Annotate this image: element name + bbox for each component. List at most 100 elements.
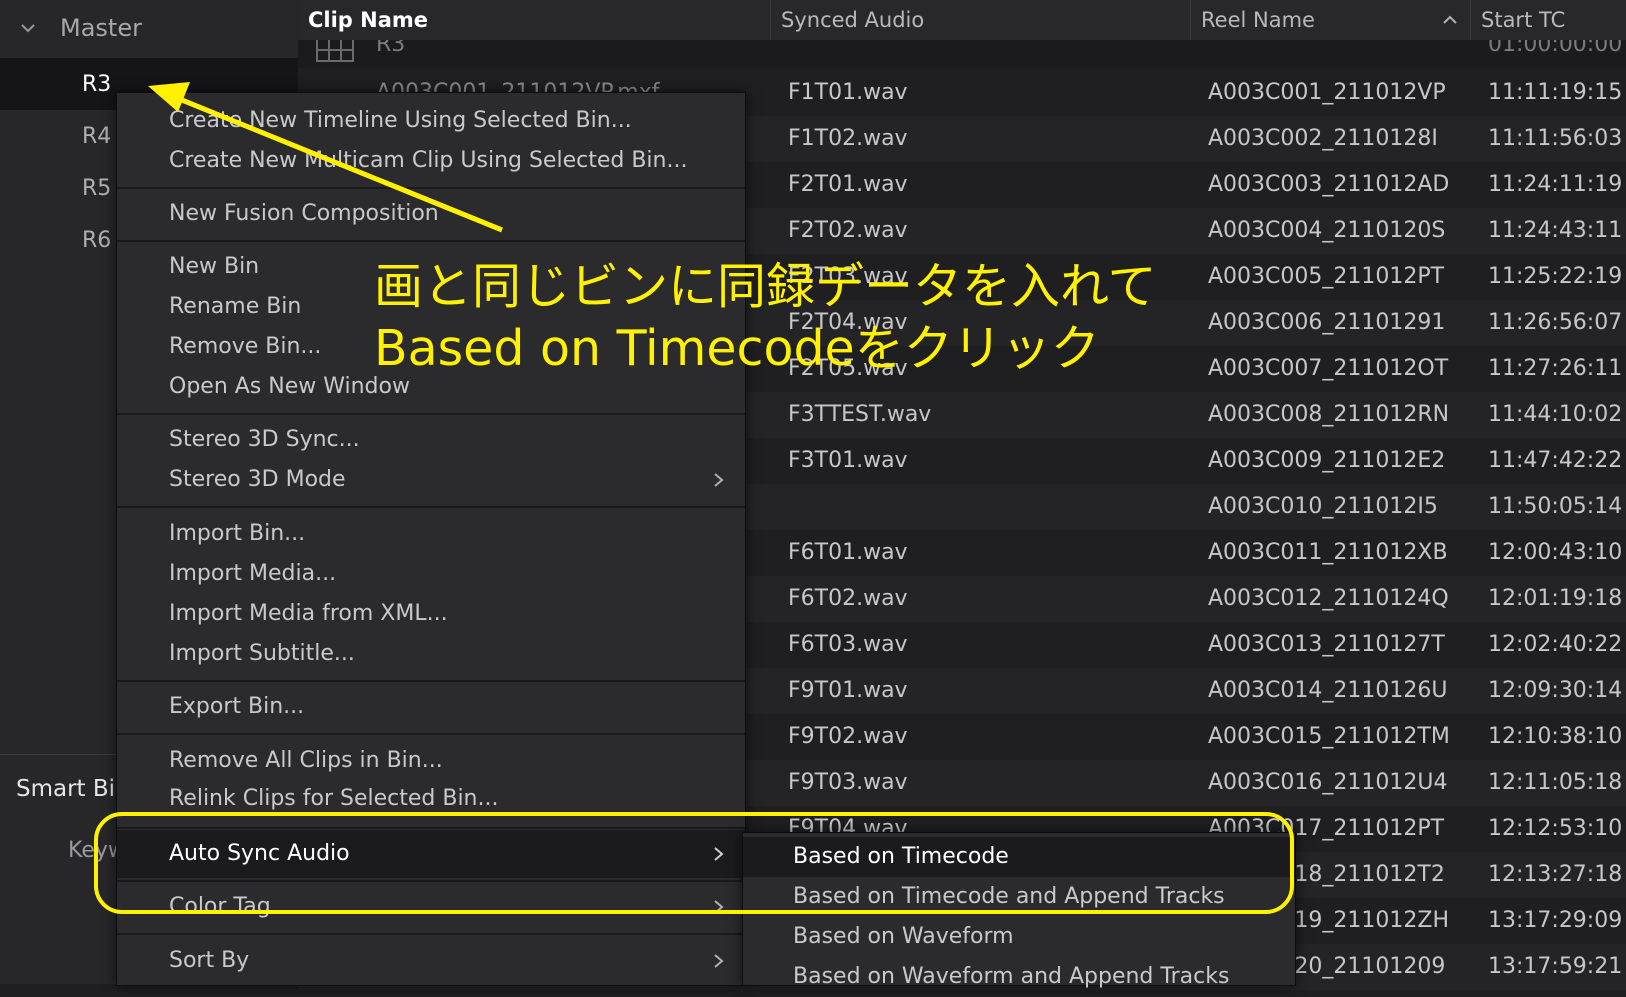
menu-item-label: Sort By [169, 948, 250, 973]
start-tc-cell: 11:24:11:19 [1488, 172, 1623, 197]
start-tc-cell: 11:47:42:22 [1488, 448, 1623, 473]
menu-separator [117, 413, 745, 415]
clip-name-cell: R3 [376, 40, 406, 57]
start-tc-cell: 12:13:27:18 [1488, 862, 1623, 887]
reel-name-cell: A003C015_211012TM [1208, 724, 1450, 749]
start-tc-cell: 11:11:19:15 [1488, 80, 1623, 105]
start-tc-cell: 12:09:30:14 [1488, 678, 1623, 703]
start-tc-cell: 12:11:05:18 [1488, 770, 1623, 795]
menu-item-import-subtitle[interactable]: Import Subtitle... [117, 634, 745, 674]
menu-item-label: Create New Multicam Clip Using Selected … [169, 148, 688, 173]
bin-item-label: R3 [82, 71, 112, 97]
synced-audio-cell: F6T01.wav [788, 540, 908, 565]
start-tc-cell: 12:12:53:10 [1488, 816, 1623, 841]
menu-item-label: New Bin [169, 254, 260, 279]
menu-item-sort-by[interactable]: Sort By [117, 937, 745, 985]
reel-name-cell: A003C011_211012XB [1208, 540, 1448, 565]
menu-item-label: Remove All Clips in Bin... [169, 748, 443, 773]
menu-item-create-multicam[interactable]: Create New Multicam Clip Using Selected … [117, 141, 745, 181]
reel-name-cell: A003C010_211012I5 [1208, 494, 1438, 519]
menu-item-label: Export Bin... [169, 694, 305, 719]
synced-audio-cell: F6T03.wav [788, 632, 908, 657]
menu-item-label: New Fusion Composition [169, 201, 439, 226]
submenu-item-waveform-append[interactable]: Based on Waveform and Append Tracks [743, 957, 1295, 997]
submenu-item-label: Based on Waveform [793, 924, 1014, 949]
start-tc-cell: 01:00:00:00 [1488, 40, 1623, 57]
menu-separator [117, 680, 745, 682]
menu-separator [117, 733, 745, 735]
menu-item-stereo-mode[interactable]: Stereo 3D Mode [117, 460, 745, 500]
synced-audio-cell: F1T02.wav [788, 126, 908, 151]
table-header: Clip Name Synced Audio Reel Name Start T… [298, 0, 1626, 41]
menu-item-import-xml[interactable]: Import Media from XML... [117, 594, 745, 634]
reel-name-cell: A003C012_2110124Q [1208, 586, 1449, 611]
master-bin-row[interactable]: Master [0, 0, 298, 56]
annotation-text: 画と同じビンに同録データを入れて Based on Timecodeをクリック [374, 256, 1157, 380]
synced-audio-cell: F3TTEST.wav [788, 402, 932, 427]
submenu-item-label: Based on Waveform and Append Tracks [793, 964, 1230, 989]
timeline-grid-icon [316, 40, 354, 62]
reel-name-cell: A003C013_2110127T [1208, 632, 1445, 657]
reel-name-cell: A003C008_211012RN [1208, 402, 1450, 427]
start-tc-cell: 13:17:29:09 [1488, 908, 1623, 933]
menu-item-label: Import Media from XML... [169, 601, 448, 626]
start-tc-cell: 11:26:56:07 [1488, 310, 1623, 335]
start-tc-cell: 11:11:56:03 [1488, 126, 1623, 151]
synced-audio-cell: F2T01.wav [788, 172, 908, 197]
column-header-synced-audio[interactable]: Synced Audio [770, 0, 1190, 40]
synced-audio-cell: F6T02.wav [788, 586, 908, 611]
menu-item-create-timeline[interactable]: Create New Timeline Using Selected Bin..… [117, 101, 745, 141]
table-row[interactable]: R3 01:00:00:00 [298, 40, 1626, 68]
start-tc-cell: 12:10:38:10 [1488, 724, 1623, 749]
start-tc-cell: 12:02:40:22 [1488, 632, 1623, 657]
menu-item-label: Stereo 3D Sync... [169, 427, 360, 452]
menu-separator [117, 933, 745, 935]
synced-audio-cell: F3T01.wav [788, 448, 908, 473]
column-header-reel-name[interactable]: Reel Name [1190, 0, 1470, 40]
chevron-down-icon[interactable] [20, 20, 36, 36]
reel-name-cell: A003C006_21101291 [1208, 310, 1446, 335]
menu-separator [117, 187, 745, 189]
reel-name-cell: A003C003_211012AD [1208, 172, 1450, 197]
start-tc-cell: 11:50:05:14 [1488, 494, 1623, 519]
synced-audio-cell: F9T01.wav [788, 678, 908, 703]
menu-item-new-fusion[interactable]: New Fusion Composition [117, 194, 745, 234]
menu-item-label: Import Subtitle... [169, 641, 355, 666]
start-tc-cell: 11:25:22:19 [1488, 264, 1623, 289]
column-header-start-tc[interactable]: Start TC [1470, 0, 1626, 40]
reel-name-cell: A003C005_211012PT [1208, 264, 1445, 289]
start-tc-cell: 13:17:59:21 [1488, 954, 1623, 979]
menu-item-label: Import Bin... [169, 521, 306, 546]
menu-item-stereo-sync[interactable]: Stereo 3D Sync... [117, 420, 745, 460]
reel-name-cell: A003C002_2110128I [1208, 126, 1438, 151]
synced-audio-cell: F9T02.wav [788, 724, 908, 749]
reel-name-cell: A003C004_2110120S [1208, 218, 1446, 243]
sort-ascending-icon[interactable] [1442, 12, 1458, 28]
annotation-highlight-box [94, 812, 1294, 914]
menu-item-remove-all-clips[interactable]: Remove All Clips in Bin... [117, 741, 745, 781]
column-header-reel-name-label: Reel Name [1201, 8, 1315, 32]
bin-item-label: R5 [82, 175, 112, 201]
synced-audio-cell: F9T03.wav [788, 770, 908, 795]
bin-item-label: R4 [82, 123, 112, 149]
annotation-line-1: 画と同じビンに同録データを入れて [374, 258, 1157, 315]
start-tc-cell: 11:44:10:02 [1488, 402, 1623, 427]
start-tc-cell: 11:24:43:11 [1488, 218, 1623, 243]
synced-audio-cell: F2T02.wav [788, 218, 908, 243]
menu-item-export-bin[interactable]: Export Bin... [117, 687, 745, 727]
chevron-right-icon [714, 473, 724, 487]
menu-item-label: Remove Bin... [169, 334, 322, 359]
column-header-clip-name[interactable]: Clip Name [298, 0, 770, 40]
start-tc-cell: 11:27:26:11 [1488, 356, 1623, 381]
menu-item-import-bin[interactable]: Import Bin... [117, 514, 745, 554]
start-tc-cell: 12:01:19:18 [1488, 586, 1623, 611]
master-bin-label: Master [60, 14, 142, 42]
submenu-item-based-on-waveform[interactable]: Based on Waveform [743, 917, 1295, 957]
menu-item-label: Rename Bin [169, 294, 302, 319]
menu-item-label: Import Media... [169, 561, 337, 586]
menu-item-label: Stereo 3D Mode [169, 467, 346, 492]
chevron-right-icon [714, 954, 724, 968]
reel-name-cell: A003C001_211012VP [1208, 80, 1446, 105]
reel-name-cell: A003C014_2110126U [1208, 678, 1448, 703]
menu-item-import-media[interactable]: Import Media... [117, 554, 745, 594]
